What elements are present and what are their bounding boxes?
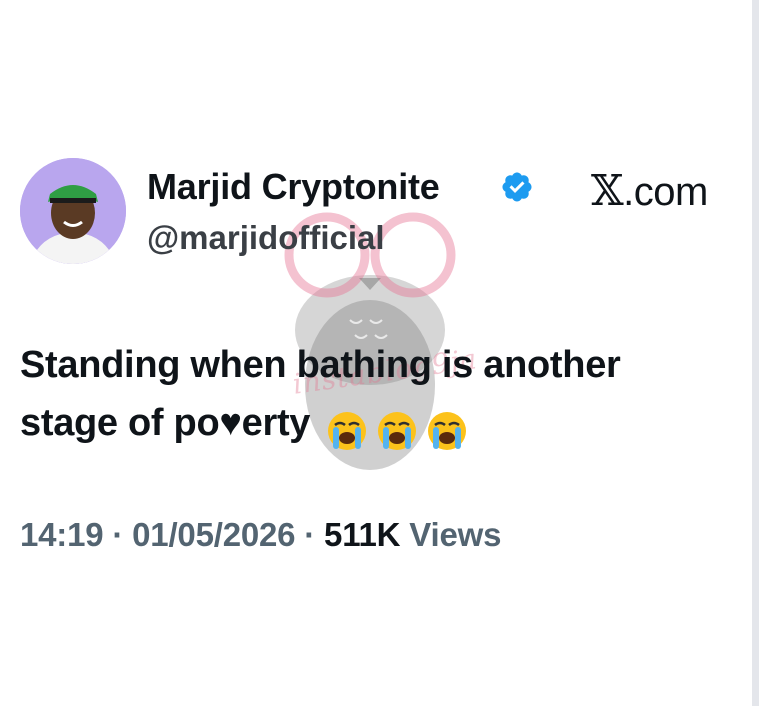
source-label: 𝕏.com [591, 166, 708, 215]
tweet-text-line-2-text: stage of po♥erty [20, 402, 311, 444]
loudly-crying-face-icon [328, 411, 367, 450]
meta-separator: · [304, 516, 316, 553]
avatar[interactable] [20, 158, 126, 264]
author-name[interactable]: Marjid Cryptonite [147, 166, 440, 208]
page-edge [752, 0, 759, 706]
x-logo-icon: 𝕏 [591, 166, 624, 215]
tweet-meta: 14:19 · 01/05/2026 · 511K Views [20, 516, 501, 554]
loudly-crying-face-icon [378, 411, 417, 450]
verified-badge-icon [502, 172, 532, 202]
tweet-text: Standing when bathing is another stage o… [20, 336, 752, 458]
views-count[interactable]: 511K [324, 516, 400, 553]
loudly-crying-face-icon [428, 411, 467, 450]
tweet-text-line-2: stage of po♥erty [20, 394, 752, 458]
source-domain: .com [623, 170, 708, 214]
emoji-row [326, 400, 476, 458]
views-label: Views [409, 516, 502, 553]
tweet-time[interactable]: 14:19 [20, 516, 104, 553]
author-handle[interactable]: @marjidofficial [147, 219, 385, 257]
meta-separator: · [112, 516, 124, 553]
avatar-image [20, 158, 126, 264]
tweet-card: instablog9ja Marjid Cryptonite @marjidof… [0, 0, 752, 706]
tweet-date[interactable]: 01/05/2026 [132, 516, 295, 553]
tweet-text-line-1: Standing when bathing is another [20, 344, 621, 386]
